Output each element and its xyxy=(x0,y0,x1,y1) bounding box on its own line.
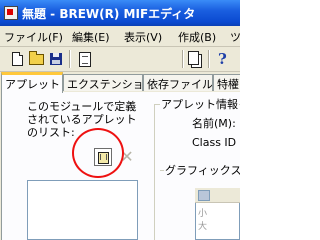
document-button[interactable] xyxy=(75,50,93,68)
new-applet-icon xyxy=(98,152,109,164)
copy-document-icon xyxy=(188,51,199,65)
applet-info-group-label: アプレット情報 xyxy=(160,96,239,112)
graphics-item-large[interactable]: 大 xyxy=(198,219,207,232)
image-icon xyxy=(198,190,210,201)
toolbar-separator xyxy=(208,50,210,68)
toolbar-separator xyxy=(69,50,71,68)
tab-dependency-files[interactable]: 依存ファイル xyxy=(143,74,213,91)
tab-extension[interactable]: エクステンション xyxy=(63,74,143,91)
menu-create[interactable]: 作成(B) xyxy=(178,29,216,45)
new-file-icon xyxy=(12,52,23,66)
copy-document-button[interactable] xyxy=(186,50,204,68)
toolbar: ? xyxy=(0,47,240,72)
save-disk-icon xyxy=(50,53,62,65)
class-id-label: Class ID xyxy=(192,136,237,149)
menu-view[interactable]: 表示(V) xyxy=(124,29,162,45)
menu-tools[interactable]: ツ xyxy=(230,29,240,45)
app-window: 無題 - BREW(R) MIFエディタ ファイル(F) 編集(E) 表示(V)… xyxy=(0,0,240,240)
menu-file[interactable]: ファイル(F) xyxy=(4,29,63,45)
toolbar-separator xyxy=(182,50,184,68)
menu-edit[interactable]: 編集(E) xyxy=(72,29,110,45)
applet-list-description: このモジュールで定義されているアプレットのリスト: xyxy=(27,100,137,139)
group-border xyxy=(154,104,155,240)
name-label: 名前(M): xyxy=(192,117,236,130)
menu-bar: ファイル(F) 編集(E) 表示(V) 作成(B) ツ xyxy=(0,26,240,47)
add-applet-button[interactable] xyxy=(94,148,112,166)
tab-strip: アプレット エクステンション 依存ファイル 特權 xyxy=(0,72,240,93)
new-file-button[interactable] xyxy=(8,50,26,68)
applet-list[interactable] xyxy=(27,180,138,240)
graphics-group-label: グラフィックス xyxy=(164,162,240,178)
help-icon: ? xyxy=(218,50,227,68)
open-button[interactable] xyxy=(27,50,45,68)
delete-applet-button: ✕ xyxy=(120,147,134,166)
document-icon xyxy=(79,52,91,67)
app-icon[interactable] xyxy=(4,6,18,20)
save-button[interactable] xyxy=(47,50,65,68)
open-folder-icon xyxy=(29,51,44,65)
window-title: 無題 - BREW(R) MIFエディタ xyxy=(22,7,196,21)
title-bar[interactable]: 無題 - BREW(R) MIFエディタ xyxy=(0,0,240,26)
tab-applet[interactable]: アプレット xyxy=(1,72,63,93)
graphics-item-small[interactable]: 小 xyxy=(198,206,207,219)
help-button[interactable]: ? xyxy=(214,50,232,68)
tab-privileges[interactable]: 特權 xyxy=(213,74,240,91)
graphics-list-header xyxy=(195,188,240,203)
